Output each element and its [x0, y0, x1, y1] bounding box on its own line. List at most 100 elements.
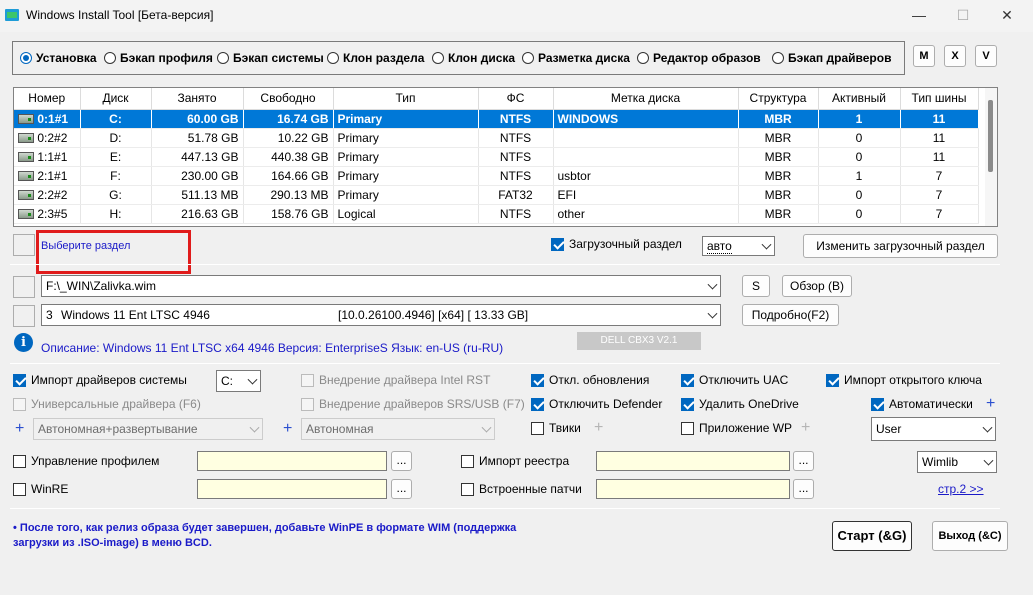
intel-rst-check[interactable]	[301, 373, 314, 387]
mode-radio-5[interactable]: Разметка диска	[522, 51, 630, 65]
mode-radio-0[interactable]: Установка	[20, 51, 97, 65]
column-header[interactable]: Свободно	[243, 88, 334, 110]
table-row[interactable]: 2:3#5 H: 216.63 GB 158.76 GB Logical NTFS othe…	[14, 204, 979, 224]
winre-checkbox[interactable]: WinRE	[13, 482, 68, 496]
column-header[interactable]: Диск	[80, 88, 152, 110]
radio-circle[interactable]	[637, 52, 649, 64]
profile-mgmt-checkbox[interactable]: Управление профилем	[13, 454, 159, 468]
radio-circle[interactable]	[217, 52, 229, 64]
radio-circle[interactable]	[772, 52, 784, 64]
disable-defender-check[interactable]	[531, 397, 544, 411]
column-header[interactable]: ФС	[478, 88, 554, 110]
import-drivers-check[interactable]	[13, 373, 26, 387]
radio-circle[interactable]	[522, 52, 534, 64]
builtin-patches-browse-button[interactable]: ...	[793, 479, 814, 499]
import-drivers-drive-select[interactable]: C:	[216, 370, 261, 392]
import-key-check[interactable]	[826, 373, 839, 387]
radio-circle[interactable]	[20, 52, 32, 64]
wp-app-plus-icon[interactable]: +	[801, 420, 810, 436]
details-button[interactable]: Подробно(F2)	[742, 304, 839, 326]
page2-link[interactable]: стр.2 >>	[938, 482, 984, 496]
x-button[interactable]: X	[944, 45, 966, 67]
browse-button[interactable]: Обзор (B)	[782, 275, 852, 297]
mode-radio-6[interactable]: Редактор образов	[637, 51, 761, 65]
disable-uac-checkbox[interactable]: Отключить UAC	[681, 373, 788, 387]
minimize-button[interactable]: —	[897, 4, 941, 26]
wp-app-check[interactable]	[681, 421, 694, 435]
maximize-button[interactable]: ☐	[941, 4, 985, 26]
import-registry-check[interactable]	[461, 454, 474, 468]
change-boot-partition-button[interactable]: Изменить загрузочный раздел	[803, 234, 998, 258]
wp-app-checkbox[interactable]: Приложение WP	[681, 421, 792, 435]
column-header[interactable]: Метка диска	[553, 88, 739, 110]
radio-circle[interactable]	[432, 52, 444, 64]
disable-uac-check[interactable]	[681, 373, 694, 387]
radio-circle[interactable]	[327, 52, 339, 64]
disable-updates-check[interactable]	[531, 373, 544, 387]
mode-radio-1[interactable]: Бэкап профиля	[104, 51, 213, 65]
winre-check[interactable]	[13, 482, 26, 496]
s-button[interactable]: S	[742, 275, 770, 297]
mode-radio-7[interactable]: Бэкап драйверов	[772, 51, 891, 65]
disable-updates-checkbox[interactable]: Откл. обновления	[531, 373, 649, 387]
profile-mgmt-check[interactable]	[13, 454, 26, 468]
column-header[interactable]: Тип	[333, 88, 479, 110]
mode-radio-4[interactable]: Клон диска	[432, 51, 515, 65]
user-select[interactable]: User	[871, 417, 996, 441]
builtin-patches-check[interactable]	[461, 482, 474, 496]
column-header[interactable]: Занято	[151, 88, 244, 110]
mode-mid-select[interactable]: Автономная	[301, 418, 495, 440]
builtin-patches-input[interactable]	[596, 479, 790, 499]
intel-rst-checkbox[interactable]: Внедрение драйвера Intel RST	[301, 373, 490, 387]
image-path-select[interactable]: F:\_WIN\Zalivka.wim	[41, 275, 721, 297]
radio-circle[interactable]	[104, 52, 116, 64]
close-button[interactable]: ✕	[985, 4, 1029, 26]
edition-select[interactable]: 3 Windows 11 Ent LTSC 4946 [10.0.26100.4…	[41, 304, 721, 326]
tweaks-plus-icon[interactable]: +	[594, 420, 603, 436]
table-scrollbar-thumb[interactable]	[988, 100, 993, 172]
universal-drivers-checkbox[interactable]: Универсальные драйвера (F6)	[13, 397, 201, 411]
table-row[interactable]: 1:1#1 E: 447.13 GB 440.38 GB Primary NTFS MBR 0…	[14, 147, 979, 167]
table-row[interactable]: 0:1#1 C: 60.00 GB 16.74 GB Primary NTFS WINDOW…	[14, 109, 979, 129]
remove-onedrive-checkbox[interactable]: Удалить OneDrive	[681, 397, 799, 411]
import-registry-browse-button[interactable]: ...	[793, 451, 814, 471]
winre-browse-button[interactable]: ...	[391, 479, 412, 499]
tweaks-check[interactable]	[531, 421, 544, 435]
mode-radio-2[interactable]: Бэкап системы	[217, 51, 324, 65]
mode-left-select[interactable]: Автономная+развертывание	[33, 418, 263, 440]
winre-input[interactable]	[197, 479, 387, 499]
auto-check[interactable]	[871, 397, 884, 411]
table-row[interactable]: 2:1#1 F: 230.00 GB 164.66 GB Primary NTFS usbt…	[14, 166, 979, 186]
profile-mgmt-input[interactable]	[197, 451, 387, 471]
profile-mgmt-browse-button[interactable]: ...	[391, 451, 412, 471]
import-registry-input[interactable]	[596, 451, 790, 471]
import-drivers-checkbox[interactable]: Импорт драйверов системы	[13, 373, 187, 387]
start-button[interactable]: Старт (&G)	[832, 521, 912, 551]
auto-plus-icon[interactable]: +	[986, 396, 995, 412]
import-key-checkbox[interactable]: Импорт открытого ключа	[826, 373, 982, 387]
import-registry-checkbox[interactable]: Импорт реестра	[461, 454, 569, 468]
v-button[interactable]: V	[975, 45, 997, 67]
m-button[interactable]: M	[913, 45, 935, 67]
boot-partition-select[interactable]: авто	[702, 236, 775, 256]
builtin-patches-checkbox[interactable]: Встроенные патчи	[461, 482, 582, 496]
srs-usb-checkbox[interactable]: Внедрение драйверов SRS/USB (F7)	[301, 397, 525, 411]
remove-onedrive-check[interactable]	[681, 397, 694, 411]
disable-defender-checkbox[interactable]: Отключить Defender	[531, 397, 662, 411]
column-header[interactable]: Номер	[14, 88, 81, 110]
mode-left-plus-icon[interactable]: +	[15, 421, 24, 437]
srs-usb-check[interactable]	[301, 397, 314, 411]
boot-partition-checkbox[interactable]: Загрузочный раздел	[551, 237, 682, 251]
column-header[interactable]: Тип шины	[900, 88, 979, 110]
tweaks-checkbox[interactable]: Твики	[531, 421, 581, 435]
universal-drivers-check[interactable]	[13, 397, 26, 411]
table-row[interactable]: 2:2#2 G: 511.13 MB 290.13 MB Primary FAT32 EFI…	[14, 185, 979, 205]
partition-table[interactable]: Номер Диск Занято Свободно Тип ФС Метка диска С…	[13, 87, 998, 227]
mode-mid-plus-icon[interactable]: +	[283, 421, 292, 437]
table-row[interactable]: 0:2#2 D: 51.78 GB 10.22 GB Primary NTFS MBR 0 11	[14, 128, 979, 148]
column-header[interactable]: Активный	[818, 88, 901, 110]
auto-checkbox[interactable]: Автоматически	[871, 397, 973, 411]
column-header[interactable]: Структура	[738, 88, 819, 110]
exit-button[interactable]: Выход (&C)	[932, 521, 1008, 551]
boot-partition-check[interactable]	[551, 237, 564, 251]
